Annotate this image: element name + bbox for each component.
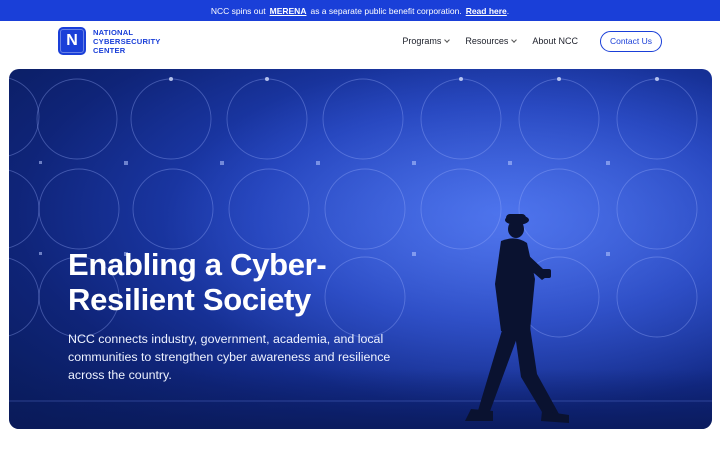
hero-title: Enabling a Cyber-Resilient Society <box>68 247 327 317</box>
hero-banner: Enabling a Cyber-Resilient Society NCC c… <box>9 69 712 429</box>
announcement-brand-link[interactable]: MERENA <box>270 6 307 16</box>
main-nav: Programs Resources About NCC Contact Us <box>402 30 662 52</box>
announcement-prefix: NCC spins out <box>210 5 266 16</box>
nav-about-label: About NCC <box>532 36 578 46</box>
nav-resources-label: Resources <box>465 36 509 46</box>
announcement-suffix: as a separate public benefit corporation… <box>310 5 462 16</box>
logo-wordmark: NATIONAL CYBERSECURITY CENTER <box>93 28 161 55</box>
logo-line-3: CENTER <box>93 45 126 55</box>
announcement-bar: NCC spins out MERENA as a separate publi… <box>0 0 720 21</box>
chevron-down-icon <box>511 36 518 43</box>
site-header: N NATIONAL CYBERSECURITY CENTER Programs… <box>0 21 720 61</box>
contact-us-button[interactable]: Contact Us <box>599 30 662 52</box>
logo-letter: N <box>66 32 78 49</box>
chevron-down-icon <box>444 36 451 43</box>
nav-resources[interactable]: Resources <box>465 36 518 46</box>
site-logo[interactable]: N NATIONAL CYBERSECURITY CENTER <box>58 27 161 55</box>
nav-programs-label: Programs <box>402 36 442 46</box>
nav-about[interactable]: About NCC <box>532 36 578 46</box>
announcement-end: . <box>506 5 510 16</box>
logo-line-2: CYBERSECURITY <box>93 36 161 46</box>
logo-mark: N <box>58 27 86 55</box>
nav-programs[interactable]: Programs <box>402 36 451 46</box>
read-here-link[interactable]: Read here <box>466 6 507 16</box>
hero-description: NCC connects industry, government, acade… <box>68 332 391 382</box>
logo-line-1: NATIONAL <box>93 27 134 37</box>
